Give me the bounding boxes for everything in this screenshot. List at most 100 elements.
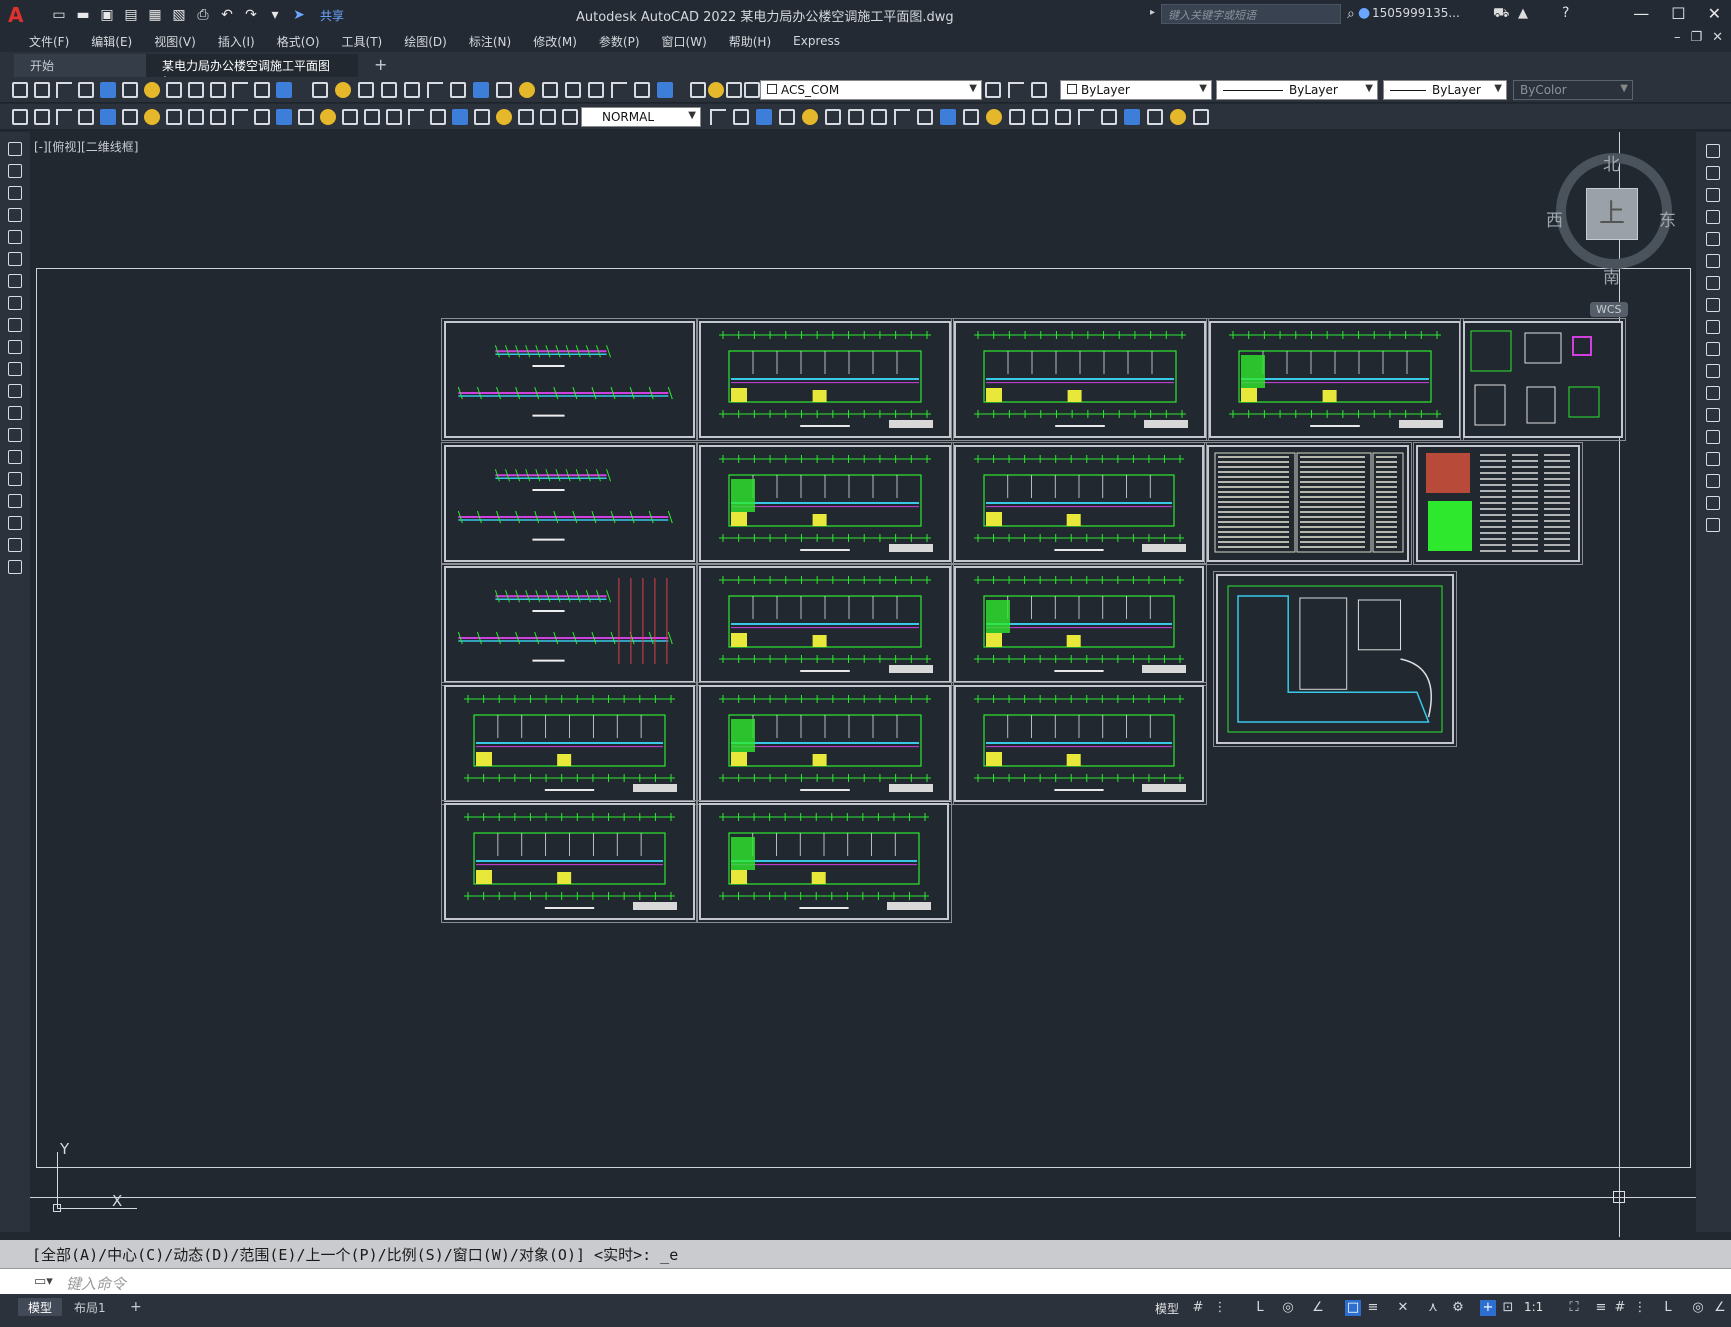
search-input[interactable]: 键入关键字或短语 <box>1161 4 1341 24</box>
leader-icon[interactable] <box>1147 109 1163 125</box>
drawing-sheet[interactable] <box>1413 442 1583 565</box>
drawing-sheet[interactable] <box>441 318 698 441</box>
new-icon[interactable] <box>12 82 28 98</box>
help-icon[interactable]: ? <box>1562 5 1569 21</box>
orbit-icon[interactable] <box>986 109 1002 125</box>
drawing-sheet[interactable] <box>1213 571 1457 747</box>
minimize-icon[interactable]: — <box>1633 4 1649 23</box>
undo-icon[interactable] <box>232 82 248 98</box>
table-icon[interactable] <box>8 384 22 398</box>
transparency-icon[interactable]: ✕ <box>1395 1300 1411 1316</box>
dim-linear-icon[interactable] <box>710 109 726 125</box>
lineweight-dropdown[interactable]: ByLayer ▼ <box>1383 80 1507 100</box>
dim-angular-icon[interactable] <box>122 109 138 125</box>
arc-icon[interactable] <box>8 472 22 486</box>
properties-icon[interactable] <box>335 82 351 98</box>
erase-icon[interactable] <box>1706 496 1720 510</box>
dimstyle-dropdown[interactable]: NORMAL ▼ <box>581 107 701 127</box>
snap-icon[interactable]: ◎ <box>1690 1300 1706 1316</box>
open-icon[interactable] <box>450 82 466 98</box>
copy-icon[interactable] <box>166 82 182 98</box>
drawing-sheet[interactable] <box>951 682 1207 805</box>
fullscreen-icon[interactable]: # <box>1612 1300 1628 1316</box>
menu-item[interactable]: Express <box>782 34 851 48</box>
copy-icon[interactable] <box>1706 166 1720 180</box>
dim-angular-icon[interactable] <box>1124 109 1140 125</box>
block-icon[interactable] <box>8 318 22 332</box>
redo-icon[interactable] <box>254 82 270 98</box>
dim-arc-icon[interactable] <box>1055 109 1071 125</box>
print-icon[interactable] <box>78 82 94 98</box>
dim-angular-icon[interactable] <box>825 109 841 125</box>
layer-icon[interactable] <box>358 82 374 98</box>
new-tab-button[interactable]: + <box>374 55 387 74</box>
open-icon[interactable] <box>34 82 50 98</box>
drawing-sheet[interactable] <box>441 800 698 923</box>
line-icon[interactable] <box>8 142 22 156</box>
dim-angular-icon[interactable] <box>408 109 424 125</box>
mirror-icon[interactable] <box>1706 188 1720 202</box>
doc-restore-icon[interactable]: ❐ <box>1690 30 1702 45</box>
copy-icon[interactable] <box>1706 518 1720 532</box>
leader-icon[interactable] <box>848 109 864 125</box>
ortho-icon[interactable]: L <box>1252 1300 1268 1316</box>
share-icon[interactable]: ➤ <box>290 6 308 24</box>
viewport-label[interactable]: [-][俯视][二维线框] <box>34 138 138 155</box>
viewcube-south[interactable]: 南 <box>1603 263 1620 288</box>
menu-item[interactable]: 标注(N) <box>458 33 522 50</box>
menu-item[interactable]: 文件(F) <box>18 33 80 50</box>
polyline-icon[interactable] <box>8 450 22 464</box>
customize-icon[interactable]: ▾ <box>266 6 284 24</box>
menu-item[interactable]: 绘图(D) <box>393 33 458 50</box>
restore-icon[interactable]: ☐ <box>1671 4 1685 23</box>
circle-icon[interactable] <box>8 252 22 266</box>
dim-linear-icon[interactable] <box>12 109 28 125</box>
spline-icon[interactable] <box>8 560 22 574</box>
tab-start[interactable]: 开始 <box>14 54 146 77</box>
offset-icon[interactable] <box>1706 210 1720 224</box>
save-icon[interactable] <box>473 82 489 98</box>
dim-ordinate-icon[interactable] <box>779 109 795 125</box>
layer-state-icon[interactable] <box>210 109 226 125</box>
isolate-icon[interactable]: ⛶ <box>1566 1300 1582 1316</box>
circle-icon[interactable] <box>8 538 22 552</box>
dim-arc-icon[interactable] <box>56 109 72 125</box>
chamfer-icon[interactable] <box>1706 430 1720 444</box>
linetype-dropdown[interactable]: ByLayer ▼ <box>1216 80 1378 100</box>
drawing-sheet[interactable] <box>1204 442 1412 565</box>
scale-icon[interactable] <box>1706 298 1720 312</box>
stretch-icon[interactable] <box>1706 320 1720 334</box>
undo-icon[interactable] <box>657 82 673 98</box>
layer-state-icon[interactable] <box>496 109 512 125</box>
hatch-icon[interactable] <box>8 362 22 376</box>
dim-aligned-icon[interactable] <box>733 109 749 125</box>
render-icon[interactable] <box>540 109 556 125</box>
autodesk-icon[interactable]: ▲ <box>1518 6 1528 21</box>
explode-icon[interactable] <box>1706 474 1720 488</box>
render-icon[interactable] <box>963 109 979 125</box>
break-icon[interactable] <box>1706 386 1720 400</box>
share-button[interactable]: 共享 <box>320 7 344 24</box>
dim-linear-icon[interactable] <box>1009 109 1025 125</box>
close-icon[interactable]: ✕ <box>1708 4 1721 23</box>
copy-icon[interactable] <box>588 82 604 98</box>
drawing-canvas[interactable]: [-][俯视][二维线框] Y X <box>30 132 1696 1237</box>
drawing-sheet[interactable] <box>441 682 698 805</box>
pan-icon[interactable] <box>708 82 724 98</box>
workspace-icon[interactable]: + <box>1480 1300 1496 1316</box>
drawing-sheet[interactable] <box>441 563 698 686</box>
trim-icon[interactable] <box>1706 342 1720 356</box>
dim-ordinate-icon[interactable] <box>1078 109 1094 125</box>
dim-radius-icon[interactable] <box>1101 109 1117 125</box>
polygon-icon[interactable] <box>8 208 22 222</box>
save-icon[interactable] <box>56 82 72 98</box>
ellipse-icon[interactable] <box>8 296 22 310</box>
menu-item[interactable]: 插入(I) <box>207 33 266 50</box>
help-icon[interactable] <box>404 82 420 98</box>
dim-arc-icon[interactable] <box>342 109 358 125</box>
line-icon[interactable] <box>8 428 22 442</box>
center-mark-icon[interactable] <box>188 109 204 125</box>
dim-ordinate-icon[interactable] <box>364 109 380 125</box>
osnap-icon[interactable]: ∠ <box>1310 1300 1326 1316</box>
tolerance-icon[interactable] <box>871 109 887 125</box>
